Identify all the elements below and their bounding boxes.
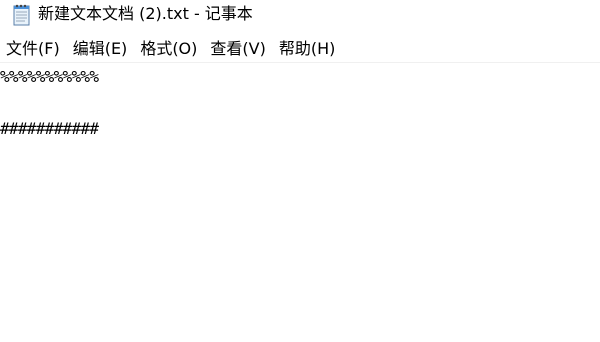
menu-edit[interactable]: 编辑(E) (69, 37, 132, 61)
title-bar[interactable]: 新建文本文档 (2).txt - 记事本 (0, 0, 600, 30)
text-editor-area[interactable]: %%%%%%%%%%% ########### (0, 64, 600, 342)
notepad-icon[interactable] (11, 3, 33, 27)
text-line (0, 90, 600, 116)
menu-bar: 文件(F) 编辑(E) 格式(O) 查看(V) 帮助(H) (0, 36, 600, 63)
text-line: %%%%%%%%%%% (0, 67, 99, 86)
window-title: 新建文本文档 (2).txt - 记事本 (38, 4, 253, 23)
menu-view[interactable]: 查看(V) (206, 37, 269, 61)
menu-file[interactable]: 文件(F) (2, 37, 64, 61)
menu-format[interactable]: 格式(O) (136, 37, 201, 61)
text-line: ########### (0, 119, 99, 138)
menu-help[interactable]: 帮助(H) (275, 37, 340, 61)
